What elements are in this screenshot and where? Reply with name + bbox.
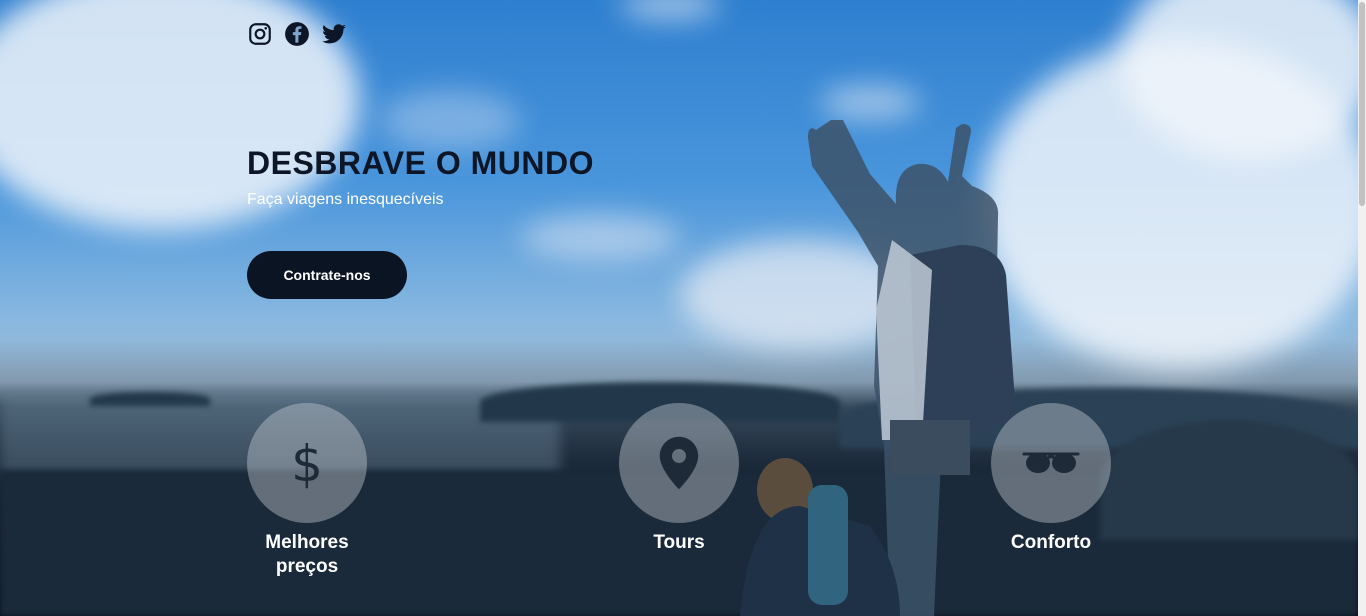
- feature-best-prices: $ Melhores preços: [207, 403, 407, 579]
- scrollbar-thumb[interactable]: [1359, 2, 1365, 206]
- instagram-icon[interactable]: [247, 21, 273, 47]
- twitter-icon[interactable]: [321, 21, 347, 47]
- feature-label: Tours: [653, 532, 705, 553]
- hero-subtitle: Faça viagens inesquecíveis: [247, 191, 444, 208]
- dollar-icon: $: [291, 435, 323, 491]
- feature-label: Conforto: [1010, 532, 1092, 553]
- feature-comfort: Conforto: [951, 403, 1151, 555]
- feature-icon-circle: [991, 403, 1111, 523]
- sunglasses-icon: [1022, 452, 1080, 473]
- map-pin-icon: [659, 436, 699, 490]
- hero-title: DESBRAVE O MUNDO: [247, 145, 594, 181]
- feature-icon-circle: [619, 403, 739, 523]
- facebook-icon[interactable]: [284, 21, 310, 47]
- feature-label: Melhores preços: [265, 532, 349, 577]
- page-scrollbar[interactable]: [1358, 0, 1366, 616]
- feature-tours: Tours: [579, 403, 779, 555]
- contact-button[interactable]: Contrate-nos: [247, 251, 407, 299]
- feature-icon-circle: $: [247, 403, 367, 523]
- social-links: [247, 21, 347, 47]
- svg-text:$: $: [291, 435, 323, 491]
